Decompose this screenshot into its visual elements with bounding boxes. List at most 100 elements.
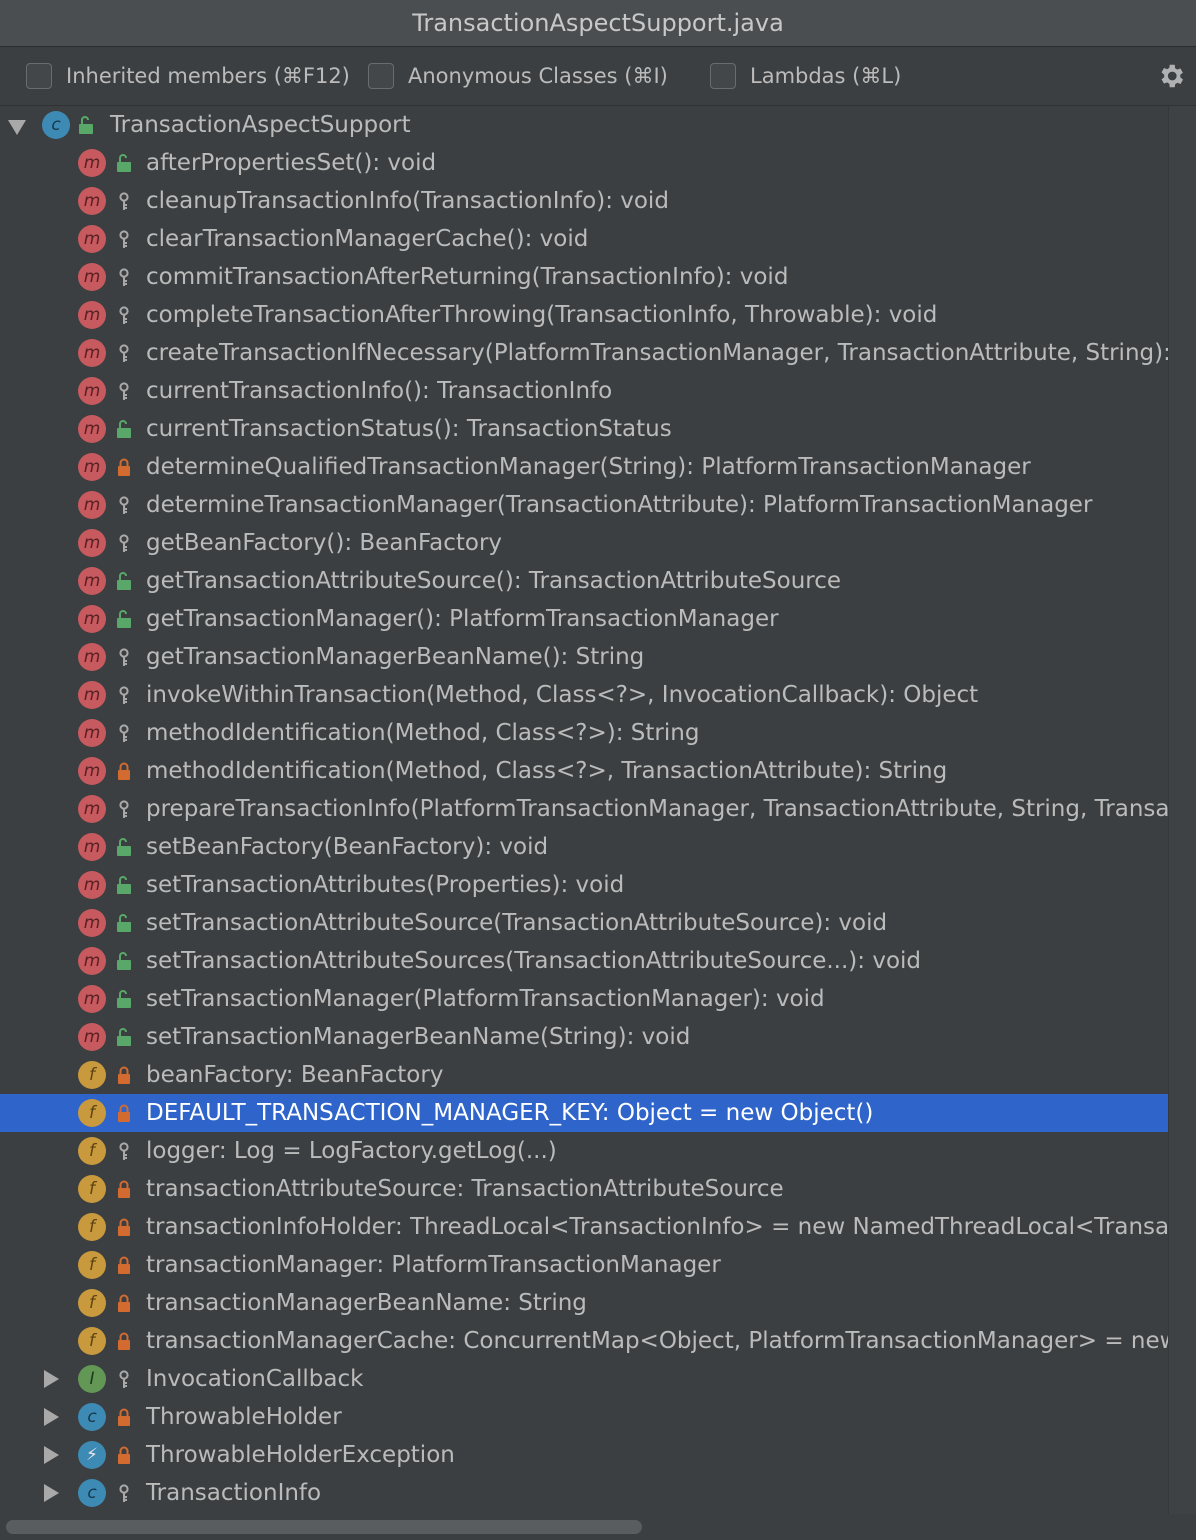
method-row[interactable]: m prepareTransactionInfo(PlatformTransact… xyxy=(0,790,1168,828)
field-row[interactable]: f DEFAULT_TRANSACTION_MANAGER_KEY: Object… xyxy=(0,1094,1168,1132)
gear-icon[interactable] xyxy=(1156,61,1186,91)
tree-root-row[interactable]: c TransactionAspectSupport xyxy=(0,106,1168,144)
method-icon: m xyxy=(78,1023,106,1051)
member-label: clearTransactionManagerCache(): void xyxy=(146,226,589,252)
method-icon: m xyxy=(78,415,106,443)
method-row[interactable]: m setTransactionAttributeSources(Transact… xyxy=(0,942,1168,980)
method-row[interactable]: m cleanupTransactionInfo(TransactionInfo)… xyxy=(0,182,1168,220)
field-row[interactable]: f transactionInfoHolder: ThreadLocal<Tran… xyxy=(0,1208,1168,1246)
private-access-icon xyxy=(118,1218,130,1236)
field-icon: f xyxy=(78,1213,106,1241)
public-access-icon xyxy=(117,952,131,970)
member-label: setTransactionAttributeSources(Transacti… xyxy=(146,948,922,974)
public-access-icon xyxy=(117,420,131,438)
member-label: transactionInfoHolder: ThreadLocal<Trans… xyxy=(146,1214,1168,1240)
method-row[interactable]: m getTransactionManager(): PlatformTransa… xyxy=(0,600,1168,638)
field-icon: f xyxy=(78,1289,106,1317)
member-label: determineQualifiedTransactionManager(Str… xyxy=(146,454,1031,480)
member-label: methodIdentification(Method, Class<?>, T… xyxy=(146,758,948,784)
method-row[interactable]: m clearTransactionManagerCache(): void xyxy=(0,220,1168,258)
method-icon: m xyxy=(78,681,106,709)
method-icon: m xyxy=(78,453,106,481)
collapse-arrow-icon[interactable] xyxy=(44,1408,59,1426)
member-label: cleanupTransactionInfo(TransactionInfo):… xyxy=(146,188,669,214)
method-row[interactable]: m setTransactionAttributeSource(Transacti… xyxy=(0,904,1168,942)
member-label: methodIdentification(Method, Class<?>): … xyxy=(146,720,700,746)
expand-arrow-icon[interactable] xyxy=(8,120,26,135)
member-label: getBeanFactory(): BeanFactory xyxy=(146,530,503,556)
member-label: invokeWithinTransaction(Method, Class<?>… xyxy=(146,682,979,708)
method-icon: m xyxy=(78,149,106,177)
vertical-scrollbar[interactable] xyxy=(1168,106,1196,1514)
protected-access-icon xyxy=(119,800,129,818)
field-row[interactable]: f transactionManagerCache: ConcurrentMap<… xyxy=(0,1322,1168,1360)
nested-type-row[interactable]: c TransactionInfo xyxy=(0,1474,1168,1512)
member-label: setBeanFactory(BeanFactory): void xyxy=(146,834,549,860)
lambdas-checkbox[interactable] xyxy=(710,63,736,89)
field-row[interactable]: f beanFactory: BeanFactory xyxy=(0,1056,1168,1094)
member-label: ThrowableHolderException xyxy=(146,1442,455,1468)
member-label: getTransactionManagerBeanName(): String xyxy=(146,644,645,670)
protected-access-icon xyxy=(119,724,129,742)
field-row[interactable]: f transactionManager: PlatformTransaction… xyxy=(0,1246,1168,1284)
public-access-icon xyxy=(117,572,131,590)
method-icon: m xyxy=(78,605,106,633)
method-icon: m xyxy=(78,491,106,519)
nested-type-row[interactable]: I InvocationCallback xyxy=(0,1360,1168,1398)
member-label: commitTransactionAfterReturning(Transact… xyxy=(146,264,789,290)
method-row[interactable]: m getTransactionAttributeSource(): Transa… xyxy=(0,562,1168,600)
method-row[interactable]: m setBeanFactory(BeanFactory): void xyxy=(0,828,1168,866)
nested-type-row[interactable]: c ThrowableHolder xyxy=(0,1398,1168,1436)
method-row[interactable]: m currentTransactionStatus(): Transaction… xyxy=(0,410,1168,448)
method-row[interactable]: m methodIdentification(Method, Class<?>):… xyxy=(0,714,1168,752)
method-icon: m xyxy=(78,985,106,1013)
method-row[interactable]: m setTransactionManagerBeanName(String): … xyxy=(0,1018,1168,1056)
method-row[interactable]: m determineQualifiedTransactionManager(St… xyxy=(0,448,1168,486)
inherited-members-option[interactable]: Inherited members (⌘F12) xyxy=(26,47,350,105)
structure-toolbar: Inherited members (⌘F12) Anonymous Class… xyxy=(0,47,1196,106)
horizontal-scrollbar[interactable] xyxy=(0,1514,1196,1540)
method-row[interactable]: m completeTransactionAfterThrowing(Transa… xyxy=(0,296,1168,334)
structure-tree[interactable]: c TransactionAspectSupport m afterPropertie… xyxy=(0,106,1168,1514)
method-row[interactable]: m determineTransactionManager(Transaction… xyxy=(0,486,1168,524)
protected-access-icon xyxy=(119,268,129,286)
member-label: transactionAttributeSource: TransactionA… xyxy=(146,1176,784,1202)
collapse-arrow-icon[interactable] xyxy=(44,1446,59,1464)
public-access-icon xyxy=(117,154,131,172)
inherited-members-checkbox[interactable] xyxy=(26,63,52,89)
public-access-icon xyxy=(79,116,93,134)
method-icon: m xyxy=(78,795,106,823)
protected-access-icon xyxy=(119,1484,129,1502)
method-row[interactable]: m setTransactionAttributes(Properties): v… xyxy=(0,866,1168,904)
private-access-icon xyxy=(118,1408,130,1426)
field-row[interactable]: f transactionAttributeSource: Transaction… xyxy=(0,1170,1168,1208)
method-icon: m xyxy=(78,757,106,785)
private-access-icon xyxy=(118,762,130,780)
method-row[interactable]: m invokeWithinTransaction(Method, Class<?… xyxy=(0,676,1168,714)
collapse-arrow-icon[interactable] xyxy=(44,1370,59,1388)
anonymous-classes-checkbox[interactable] xyxy=(368,63,394,89)
member-label: completeTransactionAfterThrowing(Transac… xyxy=(146,302,938,328)
collapse-arrow-icon[interactable] xyxy=(44,1484,59,1502)
method-icon: m xyxy=(78,225,106,253)
field-row[interactable]: f logger: Log = LogFactory.getLog(...) xyxy=(0,1132,1168,1170)
anonymous-classes-option[interactable]: Anonymous Classes (⌘I) xyxy=(368,47,668,105)
method-row[interactable]: m commitTransactionAfterReturning(Transac… xyxy=(0,258,1168,296)
method-row[interactable]: m setTransactionManager(PlatformTransacti… xyxy=(0,980,1168,1018)
method-row[interactable]: m methodIdentification(Method, Class<?>, … xyxy=(0,752,1168,790)
horizontal-scrollbar-thumb[interactable] xyxy=(6,1520,642,1534)
field-row[interactable]: f transactionManagerBeanName: String xyxy=(0,1284,1168,1322)
method-row[interactable]: m createTransactionIfNecessary(PlatformTr… xyxy=(0,334,1168,372)
member-label: getTransactionManager(): PlatformTransac… xyxy=(146,606,779,632)
method-row[interactable]: m afterPropertiesSet(): void xyxy=(0,144,1168,182)
method-icon: m xyxy=(78,187,106,215)
nested-type-row[interactable]: ⚡ ThrowableHolderException xyxy=(0,1436,1168,1474)
field-icon: f xyxy=(78,1175,106,1203)
method-row[interactable]: m getTransactionManagerBeanName(): String xyxy=(0,638,1168,676)
member-label: InvocationCallback xyxy=(146,1366,364,1392)
public-access-icon xyxy=(117,914,131,932)
method-icon: m xyxy=(78,947,106,975)
method-row[interactable]: m currentTransactionInfo(): TransactionIn… xyxy=(0,372,1168,410)
method-row[interactable]: m getBeanFactory(): BeanFactory xyxy=(0,524,1168,562)
lambdas-option[interactable]: Lambdas (⌘L) xyxy=(710,47,901,105)
